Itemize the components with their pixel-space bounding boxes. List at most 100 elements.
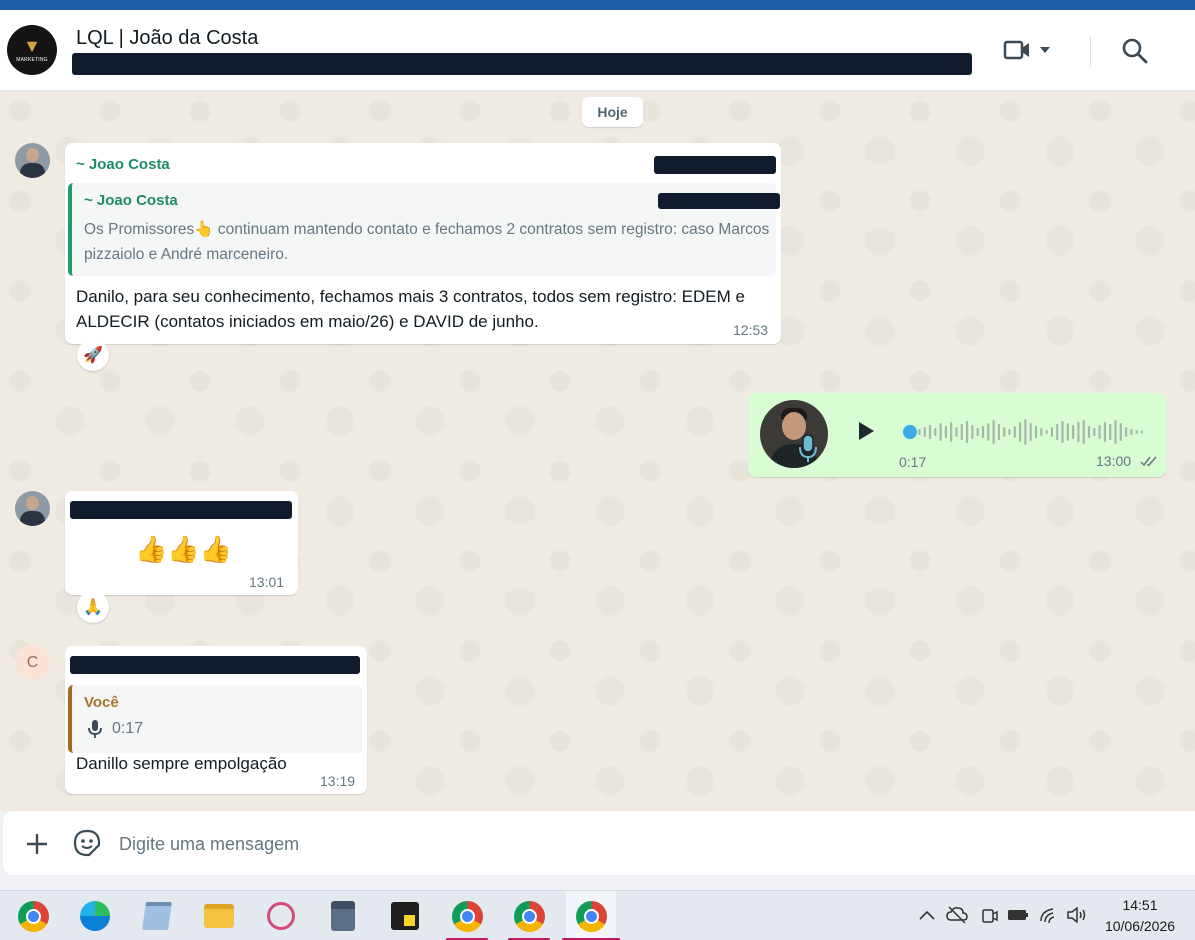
waveform-bar: [944, 426, 947, 438]
taskbar-chrome-profile-3[interactable]: [562, 891, 620, 940]
camera-usage-icon[interactable]: [980, 906, 998, 926]
taskbar-chrome-profile-2[interactable]: [504, 891, 554, 940]
waveform-bar: [1077, 422, 1080, 442]
waveform-bar: [955, 427, 958, 437]
message-time: 13:00: [1096, 453, 1132, 469]
waveform-bar: [1098, 425, 1101, 439]
taskbar-chrome-profile-1[interactable]: [442, 891, 492, 940]
sender-avatar[interactable]: [15, 143, 50, 178]
conversation-panel[interactable]: Hoje ~ Joao Costa ~ Joao Costa Os Promis…: [0, 91, 1195, 811]
clock-time: 14:51: [1122, 897, 1158, 913]
redacted-sender: [70, 656, 360, 674]
taskbar-notepad[interactable]: [132, 891, 182, 940]
waveform-bar: [1082, 420, 1085, 444]
eagle-logo-icon: ▼: [23, 36, 41, 56]
audio-message-bubble[interactable]: 0:17 13:00: [748, 393, 1166, 477]
message-bubble-4[interactable]: Você 0:17 Danillo sempre empolgação 13:1…: [65, 646, 367, 794]
waveform-bar: [997, 424, 1000, 440]
waveform-bar: [987, 423, 990, 441]
waveform-bar: [939, 423, 942, 441]
taskbar-sticky-notes[interactable]: [380, 891, 430, 940]
waveform-bar: [1119, 423, 1122, 441]
edge-icon: [80, 901, 110, 931]
double-check-icon: [1140, 456, 1157, 467]
video-call-button[interactable]: [1003, 34, 1061, 66]
audio-seek-knob[interactable]: [903, 425, 917, 439]
sticker-emoji-icon[interactable]: [73, 829, 101, 857]
waveform-bar: [966, 421, 969, 443]
chevron-up-icon[interactable]: [918, 908, 936, 922]
volume-icon[interactable]: [1066, 906, 1088, 924]
chat-title[interactable]: LQL | João da Costa: [76, 27, 258, 50]
message-input[interactable]: [119, 831, 1019, 857]
folder-icon: [204, 904, 234, 928]
microphone-icon: [799, 434, 817, 462]
message-text: Danilo, para seu conhecimento, fechamos …: [76, 287, 745, 331]
battery-icon[interactable]: [1007, 907, 1029, 923]
waveform-bar: [1140, 430, 1143, 434]
redacted-sender: [70, 501, 292, 519]
emoji-message: 👍👍👍: [135, 534, 233, 564]
taskbar-snipping-tool[interactable]: [256, 891, 306, 940]
microphone-icon: [88, 720, 102, 738]
clock-date: 10/06/2026: [1104, 918, 1176, 934]
plus-icon[interactable]: [24, 831, 50, 857]
taskbar-calculator[interactable]: [318, 891, 368, 940]
system-clock[interactable]: 14:51 10/06/2026: [1095, 895, 1185, 937]
quoted-message[interactable]: ~ Joao Costa Os Promissores👆 continuam m…: [68, 183, 780, 276]
redacted-phone: [654, 156, 776, 174]
waveform-bar: [1093, 428, 1096, 436]
taskbar-edge[interactable]: [70, 891, 120, 940]
audio-duration: 0:17: [899, 454, 927, 470]
message-time: 13:01: [249, 574, 285, 590]
reaction-rocket[interactable]: 🚀: [77, 339, 109, 371]
waveform-bar: [928, 425, 932, 439]
waveform-bar: [1045, 430, 1048, 434]
top-accent-strip: [0, 0, 1195, 10]
waveform-bar: [950, 422, 953, 442]
waveform-bar: [1125, 427, 1128, 437]
sender-name[interactable]: ~ Joao Costa: [76, 156, 170, 173]
quoted-sender-name: ~ Joao Costa: [84, 192, 178, 209]
wifi-icon[interactable]: [1038, 905, 1060, 925]
quoted-audio-duration: 0:17: [112, 720, 144, 737]
scissors-icon: [267, 902, 295, 930]
sticky-notes-icon: [391, 902, 419, 930]
waveform-bar: [1003, 427, 1006, 437]
waveform-bar: [1034, 426, 1038, 438]
taskbar-chrome[interactable]: [8, 891, 58, 940]
waveform-bar: [934, 428, 937, 436]
windows-taskbar: 14:51 10/06/2026: [0, 890, 1195, 940]
composer-bar: [0, 811, 1195, 890]
sender-avatar-letter[interactable]: C: [15, 645, 50, 680]
message-text: Danillo sempre empolgação: [76, 754, 287, 773]
waveform-bar: [1050, 427, 1053, 437]
waveform-bar: [1103, 422, 1106, 442]
sender-avatar[interactable]: [15, 491, 50, 526]
message-bubble-1[interactable]: ~ Joao Costa ~ Joao Costa Os Promissores…: [65, 143, 781, 344]
audio-waveform[interactable]: [903, 415, 1143, 449]
search-icon[interactable]: [1120, 36, 1150, 66]
calculator-icon: [331, 901, 355, 931]
waveform-bar: [923, 427, 926, 437]
waveform-bar: [971, 425, 974, 439]
composer-box: [3, 811, 1195, 875]
taskbar-file-explorer[interactable]: [194, 891, 244, 940]
cloud-offline-icon[interactable]: [946, 906, 968, 924]
chrome-icon: [575, 900, 607, 932]
avatar-brand-text: MARKETING: [16, 57, 48, 63]
waveform-bar: [1019, 422, 1022, 442]
chrome-icon: [451, 900, 483, 932]
waveform-bar: [1130, 429, 1133, 435]
message-bubble-3[interactable]: 👍👍👍 13:01: [65, 491, 298, 595]
chat-header: ▼ MARKETING LQL | João da Costa: [0, 10, 1195, 91]
redacted-participants: [72, 53, 972, 75]
play-icon[interactable]: [853, 419, 877, 443]
quoted-audio-message[interactable]: Você 0:17: [68, 685, 362, 753]
waveform-bar: [918, 429, 921, 435]
waveform-bar: [1024, 419, 1027, 445]
group-avatar[interactable]: ▼ MARKETING: [7, 25, 57, 75]
reaction-pray[interactable]: 🙏: [77, 591, 109, 623]
waveform-bar: [1029, 423, 1032, 441]
waveform-bar: [960, 424, 963, 440]
